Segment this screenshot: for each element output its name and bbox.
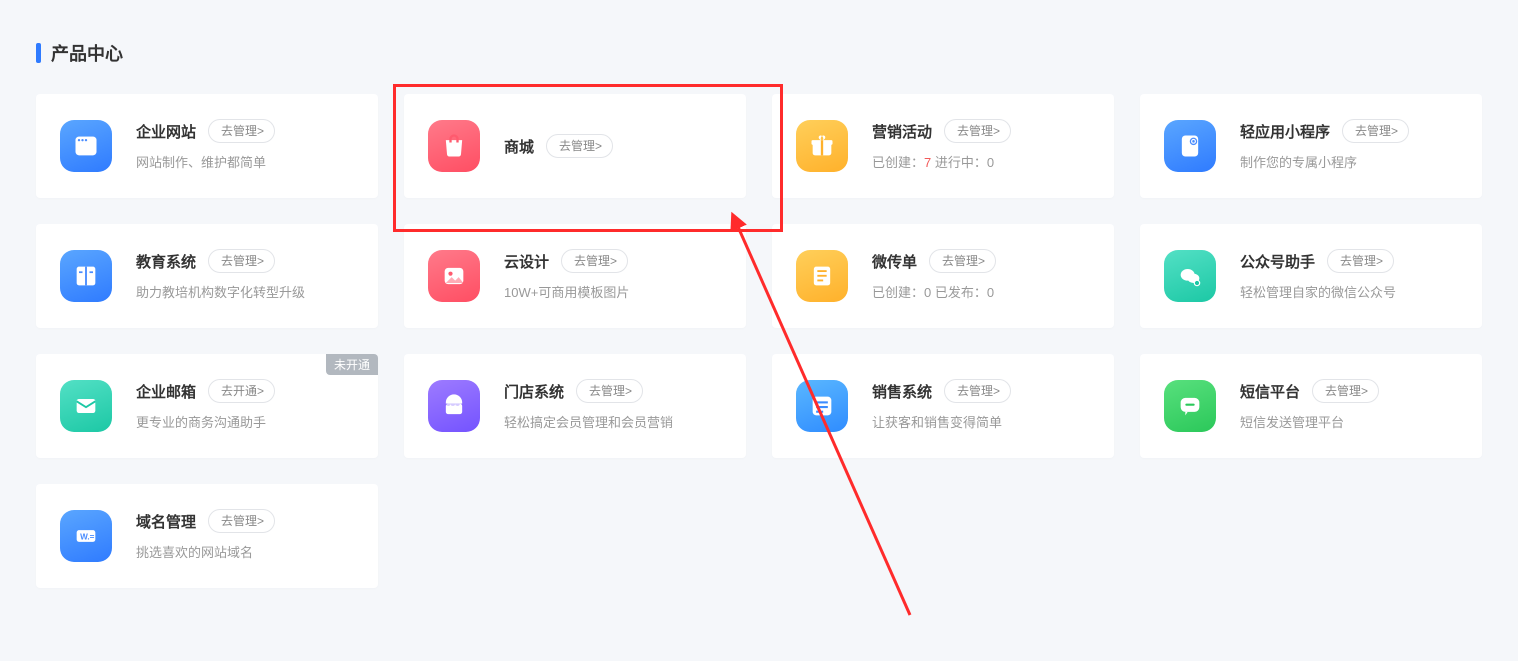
image-icon xyxy=(428,250,480,302)
card-desc: 短信发送管理平台 xyxy=(1240,413,1458,433)
mail-icon xyxy=(60,380,112,432)
manage-button[interactable]: 去管理> xyxy=(1312,379,1379,403)
card-title: 轻应用小程序 xyxy=(1240,121,1330,142)
manage-button[interactable]: 去管理> xyxy=(561,249,628,273)
card-flyer[interactable]: 微传单 去管理> 已创建：0 已发布：0 xyxy=(772,224,1114,328)
card-mail[interactable]: 未开通 企业邮箱 去开通> 更专业的商务沟通助手 xyxy=(36,354,378,458)
card-desc: 10W+可商用模板图片 xyxy=(504,283,722,303)
browser-window-icon xyxy=(60,120,112,172)
card-title: 微传单 xyxy=(872,251,917,272)
section-title: 产品中心 xyxy=(51,40,123,66)
card-title: 域名管理 xyxy=(136,511,196,532)
gift-icon xyxy=(796,120,848,172)
card-sms[interactable]: 短信平台 去管理> 短信发送管理平台 xyxy=(1140,354,1482,458)
miniapp-icon xyxy=(1164,120,1216,172)
card-miniapp[interactable]: 轻应用小程序 去管理> 制作您的专属小程序 xyxy=(1140,94,1482,198)
svg-text:W.=: W.= xyxy=(80,533,95,542)
card-desc: 轻松管理自家的微信公众号 xyxy=(1240,283,1458,303)
manage-button[interactable]: 去管理> xyxy=(208,249,275,273)
card-store[interactable]: 门店系统 去管理> 轻松搞定会员管理和会员营销 xyxy=(404,354,746,458)
card-site[interactable]: 企业网站 去管理> 网站制作、维护都简单 xyxy=(36,94,378,198)
card-desc: 已创建：7 进行中：0 xyxy=(872,153,1090,173)
card-desc: 挑选喜欢的网站域名 xyxy=(136,543,354,563)
manage-button[interactable]: 去管理> xyxy=(208,119,275,143)
card-design[interactable]: 云设计 去管理> 10W+可商用模板图片 xyxy=(404,224,746,328)
stat-created-label: 已创建： xyxy=(872,155,924,170)
card-title: 教育系统 xyxy=(136,251,196,272)
product-grid: 企业网站 去管理> 网站制作、维护都简单 商城 去管理> xyxy=(36,94,1482,588)
card-title: 公众号助手 xyxy=(1240,251,1315,272)
card-desc: 网站制作、维护都简单 xyxy=(136,153,354,173)
shopping-bag-icon xyxy=(428,120,480,172)
not-activated-badge: 未开通 xyxy=(326,354,378,375)
card-mall[interactable]: 商城 去管理> xyxy=(404,94,746,198)
card-sales[interactable]: 销售系统 去管理> 让获客和销售变得简单 xyxy=(772,354,1114,458)
card-desc: 制作您的专属小程序 xyxy=(1240,153,1458,173)
card-title: 云设计 xyxy=(504,251,549,272)
domain-icon: W.= xyxy=(60,510,112,562)
manage-button[interactable]: 去管理> xyxy=(1342,119,1409,143)
card-title: 营销活动 xyxy=(872,121,932,142)
list-icon xyxy=(796,380,848,432)
manage-button[interactable]: 去管理> xyxy=(929,249,996,273)
card-title: 销售系统 xyxy=(872,381,932,402)
book-icon xyxy=(60,250,112,302)
card-title: 商城 xyxy=(504,136,534,157)
card-desc: 轻松搞定会员管理和会员营销 xyxy=(504,413,722,433)
card-desc: 更专业的商务沟通助手 xyxy=(136,413,354,433)
manage-button[interactable]: 去管理> xyxy=(208,509,275,533)
manage-button[interactable]: 去管理> xyxy=(546,134,613,158)
manage-button[interactable]: 去管理> xyxy=(1327,249,1394,273)
wechat-icon xyxy=(1164,250,1216,302)
activate-button[interactable]: 去开通> xyxy=(208,379,275,403)
card-domain[interactable]: W.= 域名管理 去管理> 挑选喜欢的网站域名 xyxy=(36,484,378,588)
card-marketing[interactable]: 营销活动 去管理> 已创建：7 进行中：0 xyxy=(772,94,1114,198)
section-header: 产品中心 xyxy=(36,40,1482,66)
card-desc: 已创建：0 已发布：0 xyxy=(872,283,1090,303)
manage-button[interactable]: 去管理> xyxy=(944,119,1011,143)
store-icon xyxy=(428,380,480,432)
flyer-icon xyxy=(796,250,848,302)
card-title: 短信平台 xyxy=(1240,381,1300,402)
card-mp[interactable]: 公众号助手 去管理> 轻松管理自家的微信公众号 xyxy=(1140,224,1482,328)
card-title: 企业网站 xyxy=(136,121,196,142)
message-icon xyxy=(1164,380,1216,432)
stat-running-value: 0 xyxy=(987,155,994,170)
card-edu[interactable]: 教育系统 去管理> 助力教培机构数字化转型升级 xyxy=(36,224,378,328)
manage-button[interactable]: 去管理> xyxy=(944,379,1011,403)
card-title: 企业邮箱 xyxy=(136,381,196,402)
manage-button[interactable]: 去管理> xyxy=(576,379,643,403)
card-desc: 助力教培机构数字化转型升级 xyxy=(136,283,354,303)
card-title: 门店系统 xyxy=(504,381,564,402)
section-accent-bar xyxy=(36,43,41,63)
card-desc: 让获客和销售变得简单 xyxy=(872,413,1090,433)
stat-running-label: 进行中： xyxy=(931,155,987,170)
